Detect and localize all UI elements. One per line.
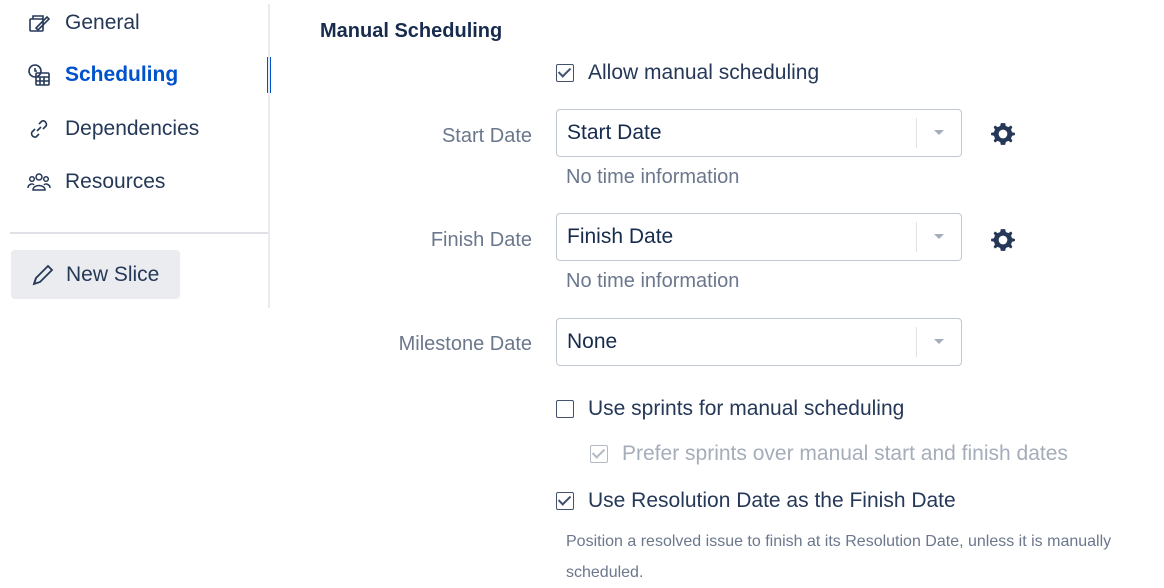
milestone-date-label: Milestone Date bbox=[398, 333, 532, 355]
checkbox-checked-icon bbox=[556, 64, 574, 82]
resolution-description: Position a resolved issue to finish at i… bbox=[566, 533, 1112, 581]
new-slice-label: New Slice bbox=[66, 262, 160, 286]
select-value: Start Date bbox=[567, 121, 662, 144]
sidebar-item-general[interactable]: General bbox=[26, 10, 140, 36]
pencil-icon bbox=[31, 263, 55, 287]
allow-manual-scheduling-checkbox[interactable]: Allow manual scheduling bbox=[556, 61, 819, 85]
sidebar: General Scheduling Dependencies Resource… bbox=[0, 0, 271, 308]
start-date-hint: No time information bbox=[566, 166, 740, 188]
sidebar-item-scheduling[interactable]: Scheduling bbox=[26, 62, 178, 88]
sidebar-item-label: Dependencies bbox=[65, 117, 200, 140]
checkbox-label: Allow manual scheduling bbox=[588, 61, 820, 84]
finish-date-select[interactable]: Finish Date bbox=[556, 213, 962, 261]
use-resolution-date-checkbox[interactable]: Use Resolution Date as the Finish Date bbox=[556, 489, 956, 513]
edit-form-icon bbox=[26, 10, 52, 36]
sidebar-item-resources[interactable]: Resources bbox=[26, 169, 165, 195]
milestone-date-select[interactable]: None bbox=[556, 318, 962, 366]
chevron-down-icon bbox=[917, 338, 961, 346]
sidebar-item-label: Resources bbox=[65, 170, 166, 193]
checkbox-label: Use Resolution Date as the Finish Date bbox=[588, 489, 956, 512]
section-title: Manual Scheduling bbox=[320, 20, 503, 42]
checkbox-checked-icon bbox=[556, 492, 574, 510]
calendar-clock-icon bbox=[26, 62, 52, 88]
link-icon bbox=[26, 116, 52, 142]
sidebar-item-label: Scheduling bbox=[65, 63, 179, 86]
sidebar-item-dependencies[interactable]: Dependencies bbox=[26, 116, 199, 142]
prefer-sprints-checkbox[interactable]: Prefer sprints over manual start and fin… bbox=[590, 442, 1068, 466]
select-value: None bbox=[567, 330, 618, 353]
start-date-label: Start Date bbox=[441, 125, 532, 147]
sidebar-separator bbox=[10, 232, 268, 234]
sidebar-divider bbox=[268, 4, 270, 308]
sidebar-item-label: General bbox=[65, 11, 140, 34]
start-date-select[interactable]: Start Date bbox=[556, 109, 962, 157]
finish-date-label: Finish Date bbox=[430, 229, 532, 251]
checkbox-unchecked-icon bbox=[556, 400, 574, 418]
select-value: Finish Date bbox=[567, 225, 674, 248]
chevron-down-icon bbox=[917, 129, 961, 137]
checkbox-checked-icon bbox=[590, 445, 608, 463]
gear-icon[interactable] bbox=[990, 121, 1016, 147]
finish-date-hint: No time information bbox=[566, 270, 740, 292]
chevron-down-icon bbox=[917, 233, 961, 241]
people-icon bbox=[26, 169, 52, 195]
checkbox-label: Use sprints for manual scheduling bbox=[588, 397, 905, 420]
use-sprints-checkbox[interactable]: Use sprints for manual scheduling bbox=[556, 397, 904, 421]
new-slice-button[interactable]: New Slice bbox=[11, 250, 180, 299]
gear-icon[interactable] bbox=[990, 227, 1016, 253]
checkbox-label: Prefer sprints over manual start and fin… bbox=[622, 442, 1068, 465]
